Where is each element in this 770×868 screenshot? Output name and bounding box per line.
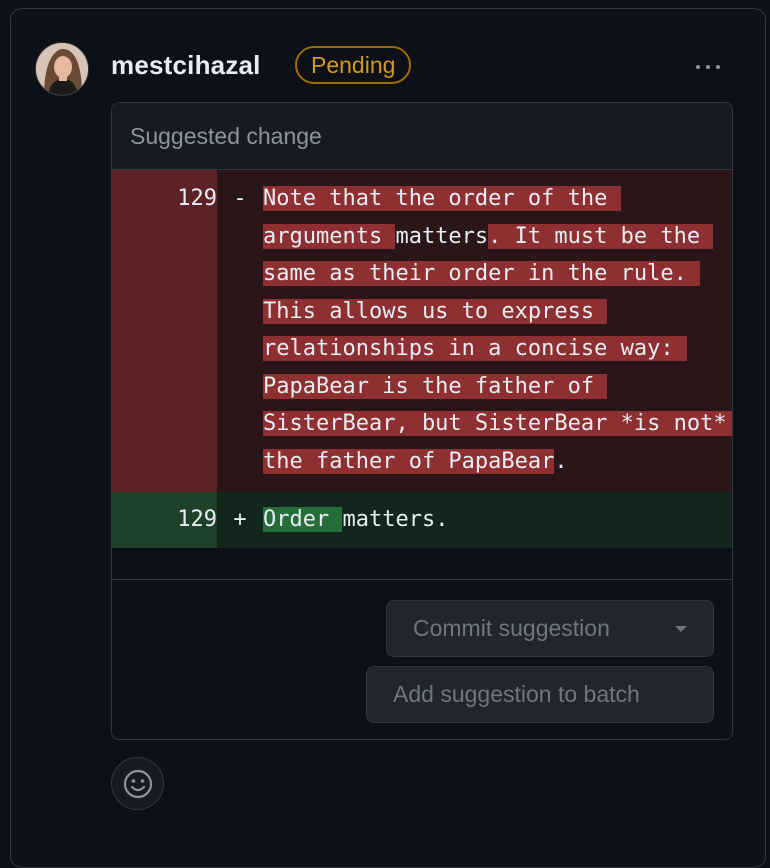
status-badge: Pending	[295, 46, 412, 84]
dot-icon	[706, 65, 710, 69]
added-code-segment: matters.	[342, 507, 449, 532]
commit-suggestion-button[interactable]: Commit suggestion	[386, 600, 714, 657]
add-to-batch-button[interactable]: Add suggestion to batch	[366, 666, 714, 723]
diff-view: 129 - Note that the order of the argumen…	[112, 170, 732, 548]
deleted-line-row: 129 - Note that the order of the argumen…	[112, 170, 732, 492]
suggested-change-header: Suggested change	[112, 103, 732, 170]
commit-suggestion-label: Commit suggestion	[413, 615, 610, 641]
added-code: Order matters.	[263, 492, 732, 548]
more-options-icon[interactable]	[688, 52, 728, 82]
added-line-number: 129	[112, 492, 217, 548]
deleted-code-segment: .	[554, 448, 568, 474]
suggestion-actions: Commit suggestion Add suggestion to batc…	[112, 579, 732, 739]
dot-icon	[716, 65, 720, 69]
suggested-change-card: Suggested change 129 - Note that the ord…	[111, 102, 733, 740]
add-to-batch-label: Add suggestion to batch	[393, 681, 640, 707]
avatar-image	[36, 43, 88, 95]
deleted-code-segment: matters	[395, 223, 489, 249]
smiley-icon	[123, 769, 152, 798]
comment-author[interactable]: mestcihazal	[111, 50, 261, 81]
triangle-down-icon[interactable]	[675, 626, 687, 632]
add-reaction-button[interactable]	[111, 757, 164, 810]
deleted-code-segment: . It must be the same as their order in …	[263, 223, 732, 474]
avatar[interactable]	[35, 42, 89, 96]
deleted-code: Note that the order of the arguments mat…	[263, 170, 732, 492]
dot-icon	[696, 65, 700, 69]
added-line-row: 129 + Order matters.	[112, 492, 732, 548]
deletion-marker: -	[233, 186, 247, 211]
deleted-line-number: 129	[112, 170, 217, 492]
added-code-segment: Order	[263, 507, 343, 532]
addition-marker: +	[233, 507, 247, 532]
